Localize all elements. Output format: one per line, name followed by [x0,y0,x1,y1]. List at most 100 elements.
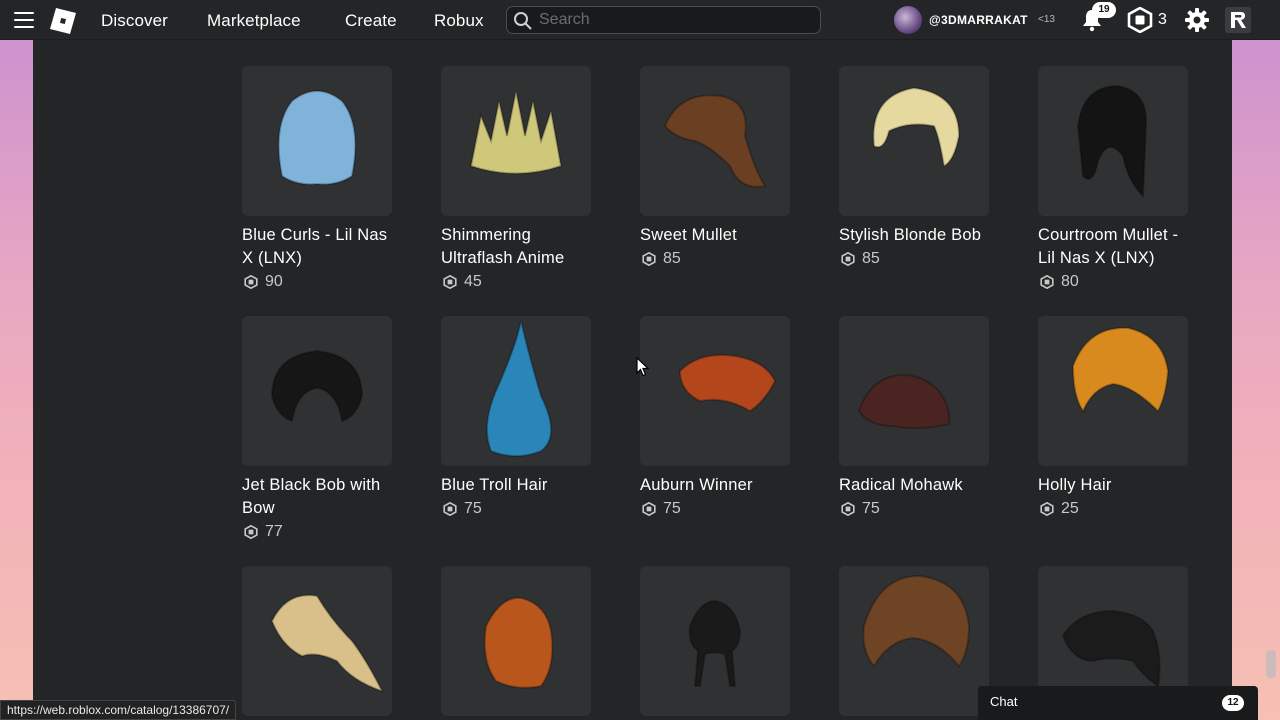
item-name[interactable]: Blue Troll Hair [441,474,593,497]
item-thumbnail[interactable] [242,566,392,716]
item-thumbnail[interactable] [1038,316,1188,466]
item-price-value: 75 [464,500,482,517]
item-thumbnail[interactable] [839,316,989,466]
item-thumbnail[interactable] [640,66,790,216]
search-input[interactable] [539,10,809,30]
nav-create[interactable]: Create [345,11,397,31]
catalog-item-card[interactable] [839,566,989,716]
robux-icon [443,275,457,289]
catalog-item-card[interactable]: Courtroom Mullet - Lil Nas X (LNX) 80 [1038,66,1188,291]
item-price: 75 [640,500,790,518]
item-thumbnail[interactable] [242,66,392,216]
item-price-value: 77 [265,523,283,540]
item-price-value: 75 [663,500,681,517]
item-name[interactable]: Sweet Mullet [640,224,792,247]
chat-widget[interactable]: Chat 12 [978,686,1258,720]
hair-accessory-image [483,596,554,689]
catalog-item-card[interactable] [242,566,392,716]
item-price: 75 [839,500,989,518]
catalog-item-card[interactable]: Sweet Mullet 85 [640,66,790,268]
settings-gear-icon[interactable] [1184,7,1210,33]
item-price-value: 85 [862,250,880,267]
item-thumbnail[interactable] [441,316,591,466]
hair-accessory-image [1071,326,1170,414]
search-icon [514,12,532,30]
hair-accessory-image [862,574,971,668]
extension-icon[interactable] [1225,7,1251,33]
chat-count-badge: 12 [1222,695,1244,711]
catalog-item-card[interactable]: Blue Curls - Lil Nas X (LNX) 90 [242,66,392,291]
robux-icon [642,502,656,516]
item-name[interactable]: Auburn Winner [640,474,792,497]
catalog-item-card[interactable]: Jet Black Bob with Bow 77 [242,316,392,541]
hair-accessory-image [678,354,777,413]
item-price: 75 [441,500,591,518]
item-price: 80 [1038,273,1188,291]
item-thumbnail[interactable] [640,566,790,716]
item-thumbnail[interactable] [441,66,591,216]
top-navigation-bar: Discover Marketplace Create Robux @3DMAR… [0,0,1280,40]
item-price: 77 [242,523,392,541]
item-thumbnail[interactable] [242,316,392,466]
catalog-item-card[interactable]: Holly Hair 25 [1038,316,1188,518]
item-price: 85 [839,250,989,268]
robux-icon [443,502,457,516]
robux-icon [642,252,656,266]
catalog-item-card[interactable]: Shimmering Ultraflash Anime 45 [441,66,591,291]
hair-accessory-image [688,599,742,687]
item-name[interactable]: Radical Mohawk [839,474,991,497]
item-price-value: 80 [1061,273,1079,290]
catalog-item-card[interactable]: Blue Troll Hair 75 [441,316,591,518]
nav-discover[interactable]: Discover [101,11,168,31]
age-label: <13 [1038,14,1055,25]
roblox-logo[interactable] [50,8,76,34]
mouse-cursor-icon [636,357,650,377]
item-name[interactable]: Jet Black Bob with Bow [242,474,394,520]
hair-accessory-image [486,320,552,457]
robux-icon [244,275,258,289]
item-thumbnail[interactable] [441,566,591,716]
hair-accessory-image [857,374,951,430]
username[interactable]: @3DMARRAKAT [929,13,1028,27]
item-price-value: 90 [265,273,283,290]
item-price-value: 25 [1061,500,1079,517]
item-name[interactable]: Stylish Blonde Bob [839,224,991,247]
page-scrollbar[interactable] [1262,40,1280,720]
hair-accessory-image [872,86,961,168]
robux-icon [244,525,258,539]
robux-icon[interactable] [1127,7,1153,33]
item-price: 85 [640,250,790,268]
avatar[interactable] [894,6,922,34]
robux-icon [841,502,855,516]
scrollbar-thumb[interactable] [1266,650,1276,678]
hair-accessory-image [270,594,384,693]
item-thumbnail[interactable] [640,316,790,466]
hair-accessory-image [469,90,563,175]
catalog-item-card[interactable] [441,566,591,716]
nav-robux[interactable]: Robux [434,11,484,31]
catalog-item-card[interactable]: Radical Mohawk 75 [839,316,989,518]
item-price: 25 [1038,500,1188,518]
catalog-panel: Blue Curls - Lil Nas X (LNX) 90 Shimmering… [33,40,1232,720]
item-thumbnail[interactable] [839,66,989,216]
hair-accessory-image [663,94,767,188]
item-price: 45 [441,273,591,291]
robux-balance[interactable]: 3 [1158,11,1167,29]
nav-marketplace[interactable]: Marketplace [207,11,301,31]
menu-icon[interactable] [14,12,34,28]
item-name[interactable]: Blue Curls - Lil Nas X (LNX) [242,224,394,270]
item-price-value: 75 [862,500,880,517]
item-price-value: 45 [464,273,482,290]
item-thumbnail[interactable] [1038,66,1188,216]
catalog-item-card[interactable] [640,566,790,716]
robux-icon [841,252,855,266]
hair-accessory-image [277,90,357,186]
hair-accessory-image [1076,84,1148,199]
catalog-item-card[interactable]: Auburn Winner 75 [640,316,790,518]
item-name[interactable]: Courtroom Mullet - Lil Nas X (LNX) [1038,224,1190,270]
item-name[interactable]: Holly Hair [1038,474,1190,497]
status-url: https://web.roblox.com/catalog/13386707/ [0,700,237,720]
item-thumbnail[interactable] [839,566,989,716]
catalog-item-card[interactable]: Stylish Blonde Bob 85 [839,66,989,268]
item-name[interactable]: Shimmering Ultraflash Anime [441,224,593,270]
